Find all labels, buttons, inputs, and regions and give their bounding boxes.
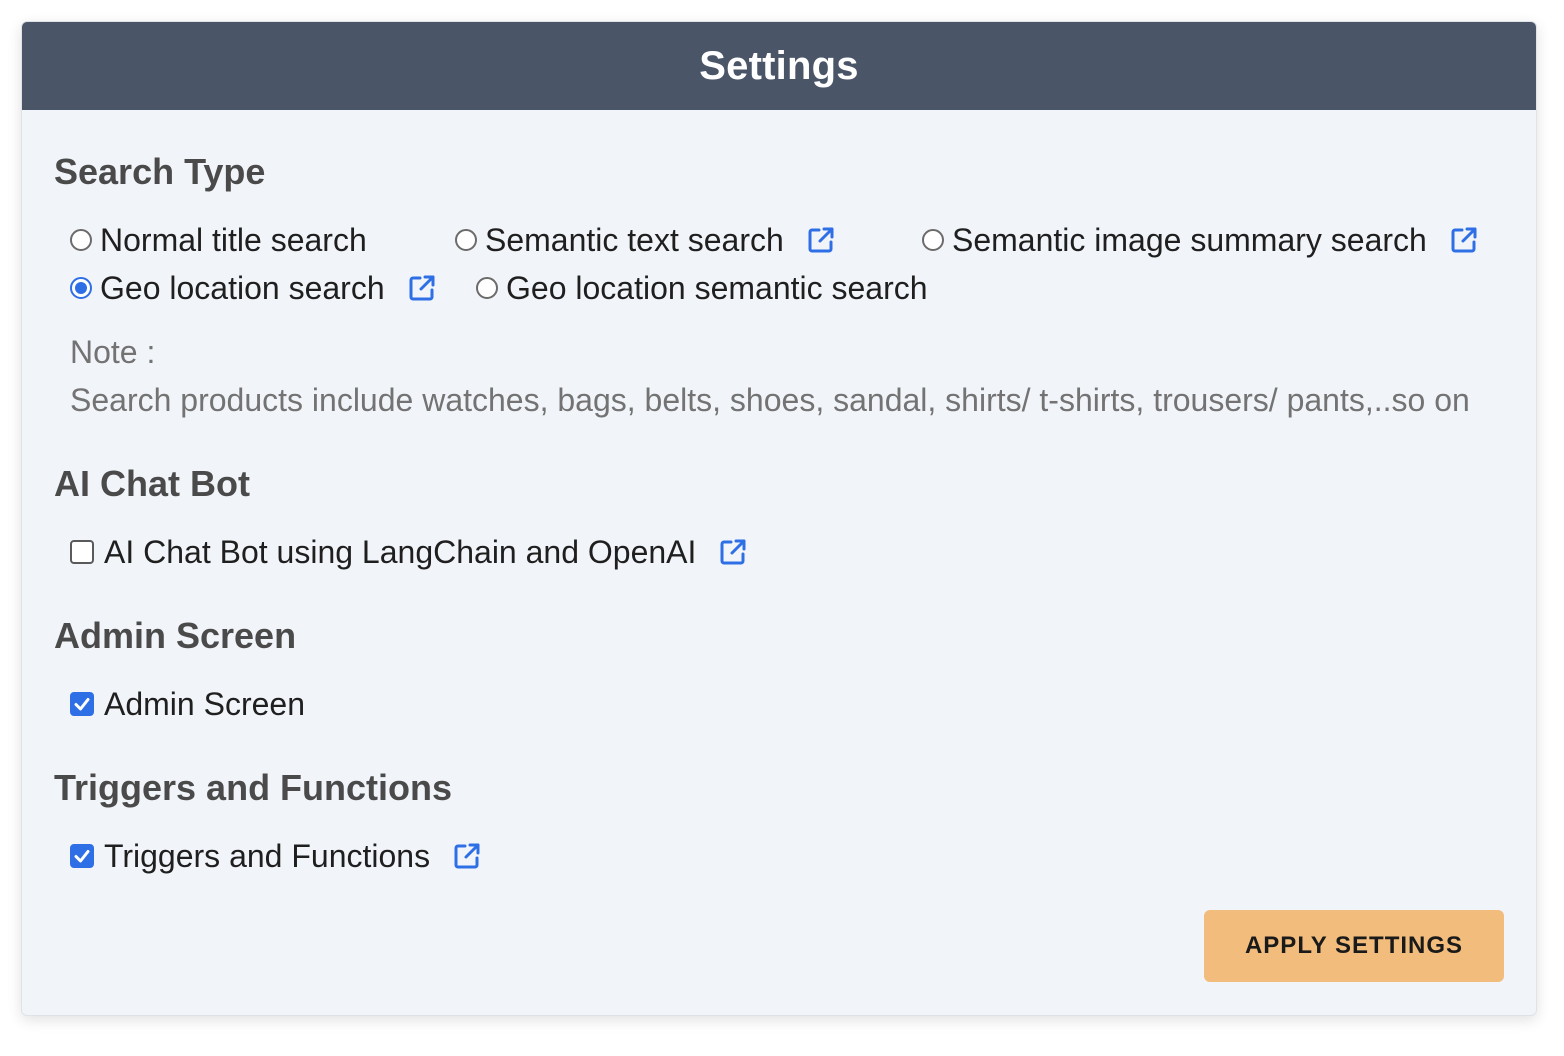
checkbox-ai-chat-bot[interactable] <box>70 540 94 564</box>
checkbox-option-ai-chat-bot[interactable]: AI Chat Bot using LangChain and OpenAI <box>70 532 748 572</box>
external-link-icon[interactable] <box>452 841 482 871</box>
radio-option-semantic-image-summary-search[interactable]: Semantic image summary search <box>922 220 1479 260</box>
external-link-icon[interactable] <box>806 225 836 255</box>
settings-header: Settings <box>22 22 1536 110</box>
radio-label: Geo location search <box>100 269 385 306</box>
radio-normal-title-search[interactable] <box>70 229 92 251</box>
radio-label: Normal title search <box>100 221 367 258</box>
radio-option-geo-location-search[interactable]: Geo location search <box>70 268 437 308</box>
section-title-ai-chat-bot: AI Chat Bot <box>54 463 250 504</box>
external-link-icon[interactable] <box>407 273 437 303</box>
radio-label: Semantic image summary search <box>952 221 1427 258</box>
checkbox-option-admin-screen[interactable]: Admin Screen <box>70 684 305 724</box>
radio-semantic-image-summary-search[interactable] <box>922 229 944 251</box>
search-note-label: Note : <box>70 334 156 370</box>
radio-option-normal-title-search[interactable]: Normal title search <box>70 220 367 260</box>
radio-label: Semantic text search <box>485 221 784 258</box>
checkmark-icon <box>74 850 90 863</box>
checkbox-label: Triggers and Functions <box>104 837 431 874</box>
section-title-admin-screen: Admin Screen <box>54 615 297 656</box>
page-title: Settings <box>699 43 859 88</box>
checkbox-option-triggers-and-functions[interactable]: Triggers and Functions <box>70 836 482 876</box>
checkmark-icon <box>74 698 90 711</box>
checkbox-admin-screen[interactable] <box>70 692 94 716</box>
radio-geo-location-search[interactable] <box>70 277 92 299</box>
checkbox-triggers-and-functions[interactable] <box>70 844 94 868</box>
radio-option-geo-location-semantic-search[interactable]: Geo location semantic search <box>476 268 928 308</box>
external-link-icon[interactable] <box>718 537 748 567</box>
section-title-search-type: Search Type <box>54 151 266 192</box>
checkbox-label: AI Chat Bot using LangChain and OpenAI <box>104 533 697 570</box>
radio-geo-location-semantic-search[interactable] <box>476 277 498 299</box>
radio-option-semantic-text-search[interactable]: Semantic text search <box>455 220 836 260</box>
radio-semantic-text-search[interactable] <box>455 229 477 251</box>
apply-settings-button[interactable]: APPLY SETTINGS <box>1204 910 1504 982</box>
settings-panel: Settings Search Type Normal title search… <box>21 21 1537 1016</box>
section-title-triggers-and-functions: Triggers and Functions <box>54 767 453 808</box>
external-link-icon[interactable] <box>1449 225 1479 255</box>
checkbox-label: Admin Screen <box>104 685 305 722</box>
search-note-text: Search products include watches, bags, b… <box>70 382 1470 418</box>
radio-label: Geo location semantic search <box>506 269 928 306</box>
